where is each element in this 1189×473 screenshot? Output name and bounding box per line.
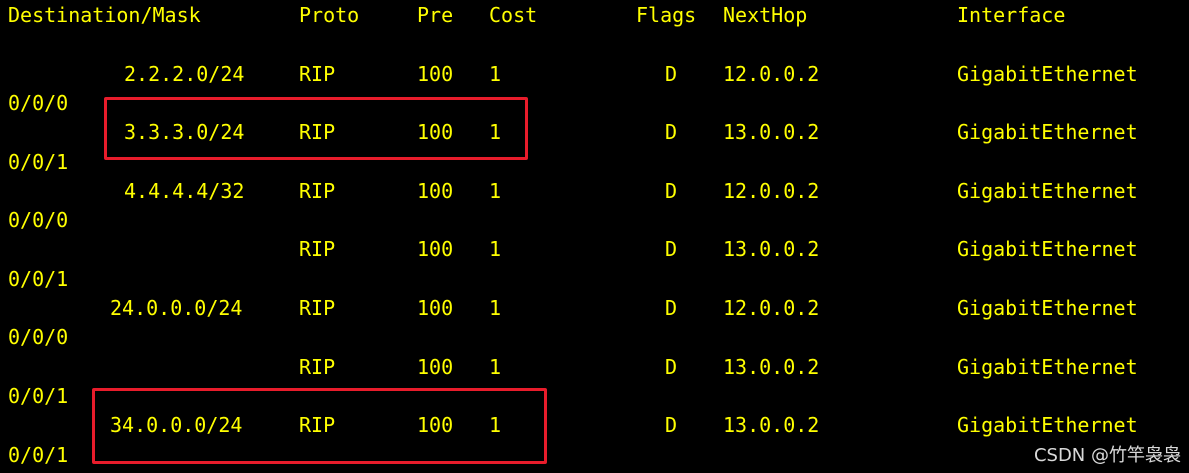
highlight-box-route-3 (104, 97, 528, 160)
route-pre: 100 (417, 355, 454, 379)
route-nexthop: 13.0.0.2 (723, 237, 820, 261)
route-nexthop: 13.0.0.2 (723, 120, 820, 144)
route-flags: D (665, 413, 678, 437)
route-flags: D (665, 120, 678, 144)
route-nexthop: 13.0.0.2 (723, 413, 820, 437)
route-destination: 4.4.4.4/32 (124, 179, 245, 203)
route-interface: GigabitEthernet (957, 120, 1138, 144)
route-interface: GigabitEthernet (957, 296, 1138, 320)
route-nexthop: 12.0.0.2 (723, 296, 820, 320)
header-pre: Pre (417, 3, 454, 27)
header-nexthop: NextHop (723, 3, 808, 27)
route-cost: 1 (489, 355, 502, 379)
route-pre: 100 (417, 296, 454, 320)
route-pre: 100 (417, 62, 454, 86)
route-flags: D (665, 355, 678, 379)
route-interface-cont: 0/0/0 (8, 91, 69, 115)
route-flags: D (665, 62, 678, 86)
route-interface: GigabitEthernet (957, 237, 1138, 261)
route-interface-cont: 0/0/0 (8, 325, 69, 349)
highlight-box-route-34 (92, 388, 547, 464)
route-interface-cont: 0/0/1 (8, 443, 69, 467)
route-interface-cont: 0/0/0 (8, 208, 69, 232)
header-cost: Cost (489, 3, 538, 27)
route-cost: 1 (489, 296, 502, 320)
route-proto: RIP (299, 62, 336, 86)
route-destination: 24.0.0.0/24 (110, 296, 243, 320)
route-interface: GigabitEthernet (957, 355, 1138, 379)
route-flags: D (665, 296, 678, 320)
route-nexthop: 12.0.0.2 (723, 62, 820, 86)
route-flags: D (665, 237, 678, 261)
route-proto: RIP (299, 355, 336, 379)
route-pre: 100 (417, 179, 454, 203)
header-destination: Destination/Mask (8, 3, 201, 27)
header-interface: Interface (957, 3, 1066, 27)
route-interface-cont: 0/0/1 (8, 267, 69, 291)
route-proto: RIP (299, 237, 336, 261)
route-nexthop: 13.0.0.2 (723, 355, 820, 379)
route-cost: 1 (489, 237, 502, 261)
header-proto: Proto (299, 3, 360, 27)
route-pre: 100 (417, 237, 454, 261)
route-interface: GigabitEthernet (957, 413, 1138, 437)
route-cost: 1 (489, 62, 502, 86)
route-proto: RIP (299, 296, 336, 320)
header-flags: Flags (636, 3, 697, 27)
route-proto: RIP (299, 179, 336, 203)
route-flags: D (665, 179, 678, 203)
route-interface: GigabitEthernet (957, 179, 1138, 203)
csdn-watermark: CSDN @竹竿袅袅 (1033, 445, 1181, 466)
route-interface: GigabitEthernet (957, 62, 1138, 86)
route-nexthop: 12.0.0.2 (723, 179, 820, 203)
terminal-window: Destination/Mask Proto Pre Cost Flags Ne… (0, 0, 1189, 473)
route-destination: 2.2.2.0/24 (124, 62, 245, 86)
route-cost: 1 (489, 179, 502, 203)
route-interface-cont: 0/0/1 (8, 384, 69, 408)
route-interface-cont: 0/0/1 (8, 150, 69, 174)
